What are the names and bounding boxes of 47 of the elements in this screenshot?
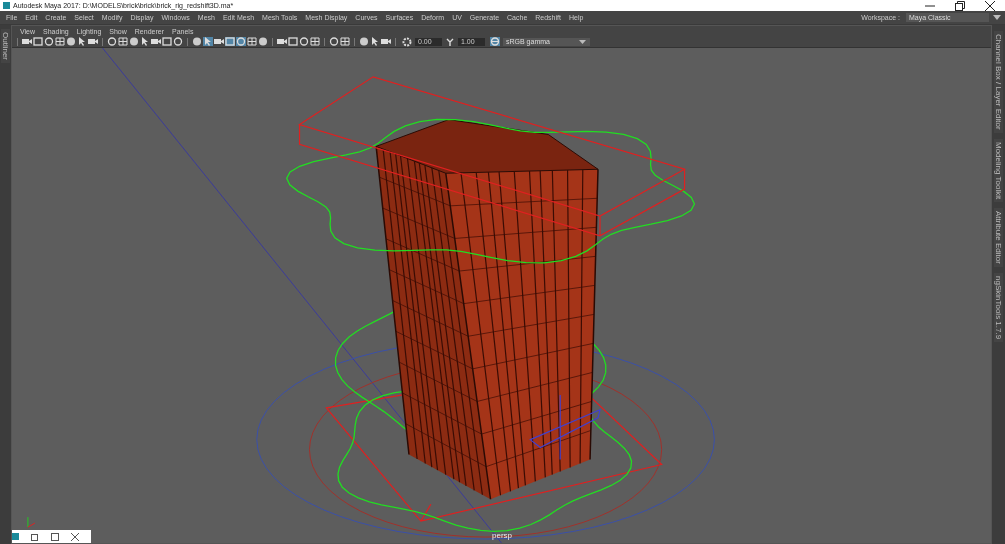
side-tab[interactable]: Modeling Toolkit	[994, 138, 1003, 202]
side-tab[interactable]: Channel Box / Layer Editor	[994, 31, 1003, 133]
sphere-icon[interactable]	[359, 37, 369, 46]
caret-icon[interactable]	[993, 15, 1001, 20]
close-icon[interactable]	[71, 532, 79, 541]
restore-icon[interactable]	[31, 532, 39, 541]
square-icon[interactable]	[288, 37, 298, 46]
circle-icon[interactable]	[107, 37, 117, 46]
gamma-icon[interactable]	[445, 36, 455, 47]
grid-icon[interactable]	[55, 37, 65, 46]
camera-label: persp	[492, 531, 512, 540]
circle-icon[interactable]	[44, 37, 54, 46]
side-tab[interactable]: Outliner	[1, 29, 10, 63]
camera-icon[interactable]	[88, 37, 98, 46]
grid-icon[interactable]	[118, 37, 128, 46]
side-tab[interactable]: ngSkinTools 1.7.9	[994, 272, 1003, 342]
app-logo-icon	[12, 533, 19, 540]
circle-icon[interactable]	[299, 37, 309, 46]
sphere-icon[interactable]	[129, 37, 139, 46]
square-icon[interactable]	[162, 37, 172, 46]
sphere-icon[interactable]	[258, 37, 268, 46]
camera-icon[interactable]	[22, 37, 32, 46]
circle-icon[interactable]	[173, 37, 183, 46]
sphere-icon[interactable]	[66, 37, 76, 46]
cursor-icon[interactable]	[77, 37, 87, 46]
cursor-icon[interactable]	[370, 37, 380, 46]
camera-icon[interactable]	[381, 37, 391, 46]
axis-icon	[27, 516, 36, 528]
cursor-icon[interactable]	[140, 37, 150, 46]
color-management-icon[interactable]	[490, 37, 500, 46]
maximize-icon[interactable]	[51, 532, 59, 541]
grid-icon[interactable]	[310, 37, 320, 46]
close-icon[interactable]	[985, 0, 995, 11]
app-logo-icon	[3, 2, 10, 9]
square-icon[interactable]	[33, 37, 43, 46]
sphere-icon[interactable]	[192, 37, 202, 46]
restore-icon[interactable]	[955, 0, 965, 11]
grid-icon[interactable]	[340, 37, 350, 46]
gear-icon[interactable]	[402, 36, 412, 47]
grid-icon[interactable]	[247, 37, 257, 46]
camera-icon[interactable]	[277, 37, 287, 46]
side-tab[interactable]: Attribute Editor	[994, 207, 1003, 267]
camera-icon[interactable]	[214, 37, 224, 46]
circle-icon[interactable]	[329, 37, 339, 46]
caret-icon[interactable]	[579, 39, 586, 44]
camera-icon[interactable]	[151, 37, 161, 46]
joint-marker	[529, 394, 601, 461]
